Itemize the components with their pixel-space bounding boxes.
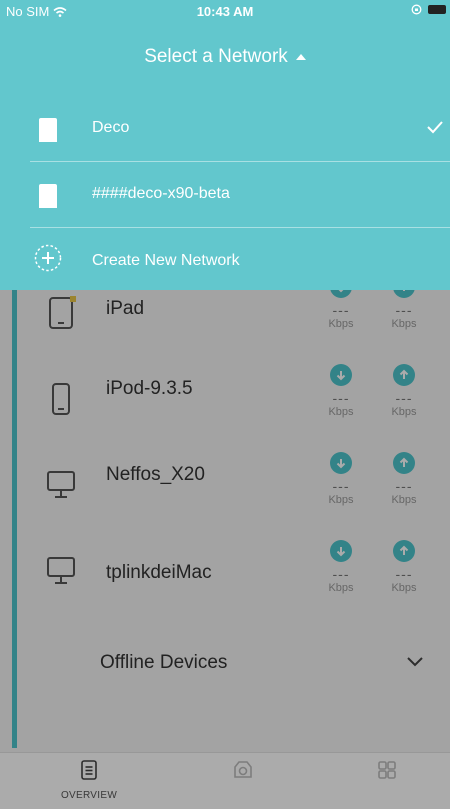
page-title: Select a Network <box>144 46 288 67</box>
deco-unit-icon <box>39 118 57 142</box>
battery-icon <box>428 5 446 14</box>
orientation-lock-icon <box>411 4 422 15</box>
clock: 10:43 AM <box>196 4 254 19</box>
network-name: Deco <box>92 119 130 136</box>
network-selector-panel: No SIM 10:43 AM Select a Network Deco ##… <box>0 0 450 290</box>
network-item-deco-x90-beta[interactable]: ####deco-x90-beta <box>0 162 450 228</box>
deco-unit-icon <box>39 184 57 208</box>
network-item-deco[interactable]: Deco <box>0 96 450 162</box>
create-network-label: Create New Network <box>92 252 240 269</box>
caret-up-icon <box>295 54 306 60</box>
create-new-network-button[interactable]: Create New Network <box>0 228 450 294</box>
status-bar: No SIM 10:43 AM <box>0 0 450 22</box>
network-selector-title[interactable]: Select a Network <box>0 46 450 68</box>
network-name: ####deco-x90-beta <box>92 185 230 202</box>
checkmark-icon <box>427 121 443 134</box>
add-circle-icon <box>34 244 62 272</box>
